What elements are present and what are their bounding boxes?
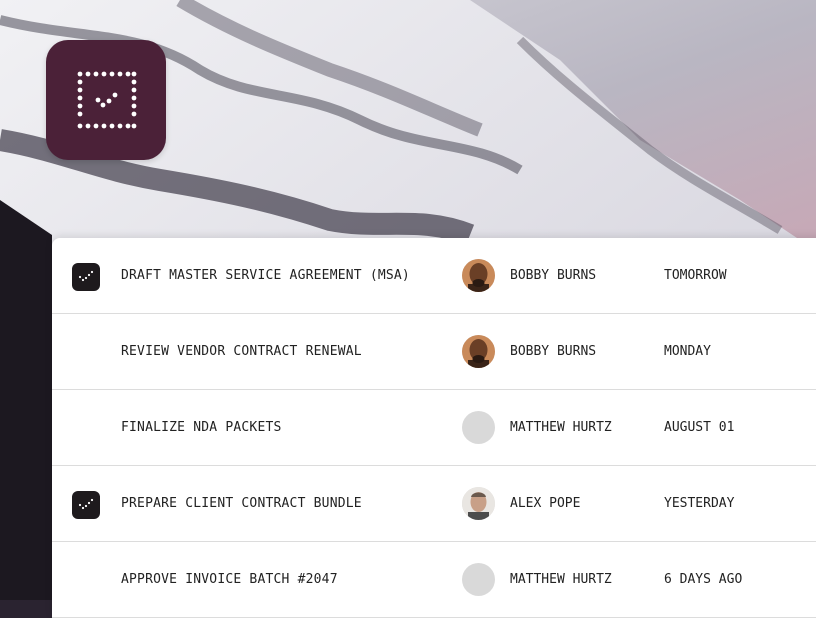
dotted-checkbox-icon [77,71,137,129]
table-row[interactable]: REVIEW VENDOR CONTRACT RENEWAL BOBBY BUR… [52,314,816,390]
dotted-check-icon [78,498,94,510]
table-row[interactable]: FINALIZE NDA PACKETS MATTHEW HURTZ AUGUS… [52,390,816,466]
due-date: YESTERDAY [664,496,735,511]
avatar-placeholder [462,411,495,444]
task-title[interactable]: PREPARE CLIENT CONTRACT BUNDLE [121,496,362,511]
due-date: MONDAY [664,344,711,359]
due-date: AUGUST 01 [664,420,735,435]
completed-checkbox[interactable] [72,263,100,291]
person-photo-icon [462,259,495,292]
task-title[interactable]: APPROVE INVOICE BATCH #2047 [121,572,338,587]
app-icon[interactable] [46,40,166,160]
completed-checkbox[interactable] [72,491,100,519]
assignee-name: ALEX POPE [510,496,581,511]
dotted-check-icon [78,270,94,282]
task-title[interactable]: DRAFT MASTER SERVICE AGREEMENT (MSA) [121,268,410,283]
task-title[interactable]: FINALIZE NDA PACKETS [121,420,282,435]
assignee-name: BOBBY BURNS [510,268,597,283]
table-row[interactable]: PREPARE CLIENT CONTRACT BUNDLE ALEX POPE… [52,466,816,542]
avatar [462,335,495,368]
task-table: DRAFT MASTER SERVICE AGREEMENT (MSA) BOB… [52,238,816,618]
avatar [462,259,495,292]
avatar-placeholder [462,563,495,596]
avatar [462,487,495,520]
task-title[interactable]: REVIEW VENDOR CONTRACT RENEWAL [121,344,362,359]
due-date: TOMORROW [664,268,727,283]
table-row[interactable]: APPROVE INVOICE BATCH #2047 MATTHEW HURT… [52,542,816,618]
person-photo-icon [462,335,495,368]
table-row[interactable]: DRAFT MASTER SERVICE AGREEMENT (MSA) BOB… [52,238,816,314]
due-date: 6 DAYS AGO [664,572,743,587]
person-photo-icon [462,487,495,520]
assignee-name: BOBBY BURNS [510,344,597,359]
assignee-name: MATTHEW HURTZ [510,420,612,435]
assignee-name: MATTHEW HURTZ [510,572,612,587]
